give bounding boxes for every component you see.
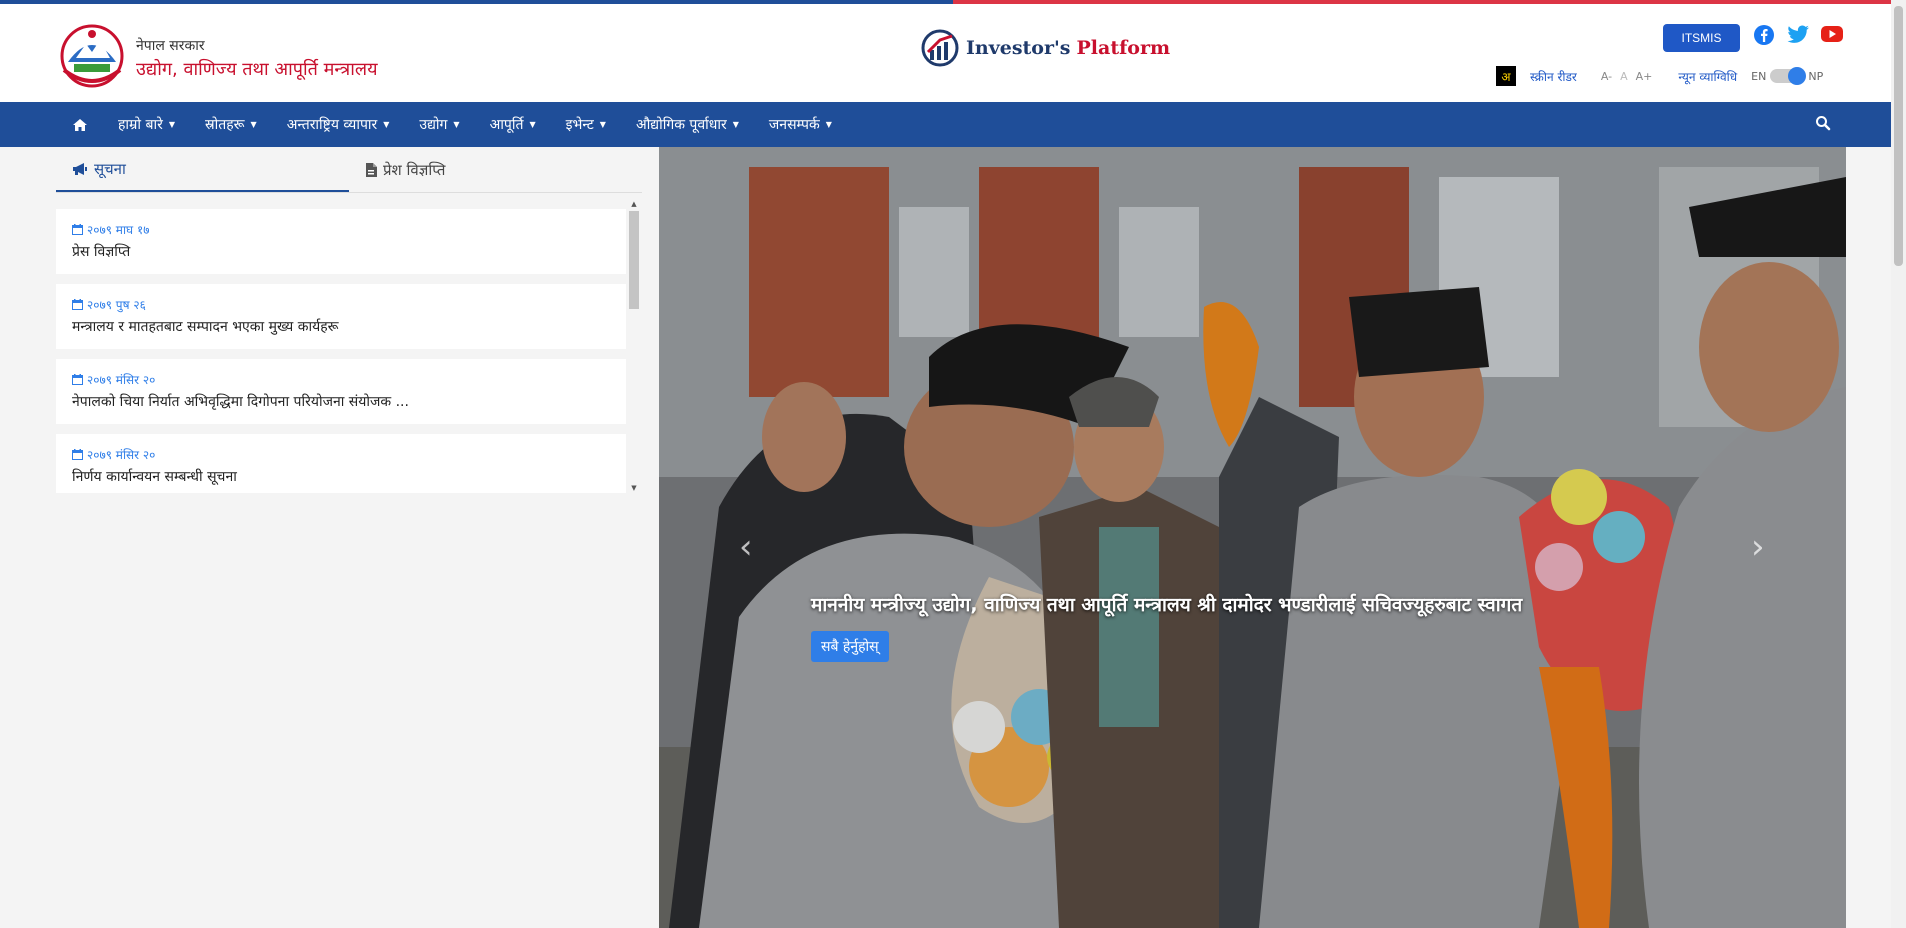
nav-label: हाम्रो बारे xyxy=(118,117,163,133)
chevron-left-icon[interactable]: ‹ xyxy=(739,527,753,567)
caret-down-icon: ▼ xyxy=(250,120,257,129)
government-emblem-logo[interactable] xyxy=(56,24,128,88)
caret-down-icon: ▼ xyxy=(383,120,390,129)
investors-text: Investor's xyxy=(966,37,1071,59)
notice-date: २०७९ पुष २६ xyxy=(72,296,610,313)
notice-date: २०७९ मंसिर २० xyxy=(72,446,610,463)
megaphone-icon xyxy=(73,162,87,175)
page-scrollbar-thumb[interactable] xyxy=(1894,6,1903,266)
chevron-right-icon[interactable]: › xyxy=(1751,527,1765,567)
notice-title[interactable]: मन्त्रालय र मातहतबाट सम्पादन भएका मुख्य … xyxy=(72,317,610,336)
slide-photo xyxy=(659,147,1846,928)
photo-slider: ‹ › माननीय मन्त्रीज्यू उद्योग, वाणिज्य त… xyxy=(659,147,1846,928)
caret-down-icon: ▼ xyxy=(453,120,460,129)
page-scrollbar[interactable] xyxy=(1891,0,1906,928)
scroll-down-icon[interactable]: ▼ xyxy=(628,483,640,493)
list-item[interactable]: २०७९ मंसिर २० निर्णय कार्यान्वयन सम्बन्ध… xyxy=(56,434,626,493)
low-vision-link[interactable]: न्यून व्याग्विधि xyxy=(1678,68,1737,85)
calendar-icon xyxy=(72,374,83,385)
slide-caption: माननीय मन्त्रीज्यू उद्योग, वाणिज्य तथा आ… xyxy=(811,594,1523,616)
font-increase-button[interactable]: A+ xyxy=(1636,70,1653,83)
platform-text: Platform xyxy=(1076,37,1171,59)
investors-platform-logo[interactable]: Investor's Platform xyxy=(920,28,1170,68)
site-header: नेपाल सरकार उद्योग, वाणिज्य तथा आपूर्ति … xyxy=(0,4,1906,102)
screen-reader-link[interactable]: स्क्रीन रीडर xyxy=(1530,68,1577,85)
nav-events[interactable]: इभेन्ट ▼ xyxy=(566,115,606,134)
caret-down-icon: ▼ xyxy=(168,120,176,129)
calendar-icon xyxy=(72,449,83,460)
notice-list: २०७९ माघ १७ प्रेस विज्ञप्ति २०७९ पुष २६ … xyxy=(56,209,626,493)
caret-down-icon: ▼ xyxy=(529,120,536,129)
nav-resources[interactable]: स्रोतहरू ▼ xyxy=(205,115,257,134)
gov-name: नेपाल सरकार xyxy=(136,38,205,54)
facebook-icon[interactable] xyxy=(1753,24,1775,46)
tab-press-label: प्रेश विज्ञप्ति xyxy=(383,160,446,179)
nav-public-relations[interactable]: जनसम्पर्क ▼ xyxy=(769,115,832,134)
notice-tabs: सूचना प्रेश विज्ञप्ति xyxy=(56,147,642,193)
notice-date: २०७९ मंसिर २० xyxy=(72,371,610,388)
ministry-title: नेपाल सरकार उद्योग, वाणिज्य तथा आपूर्ति … xyxy=(136,36,378,81)
nav-industrial-infrastructure[interactable]: औद्योगिक पूर्वाधार ▼ xyxy=(636,115,739,134)
nav-label: स्रोतहरू xyxy=(205,117,245,133)
notice-title[interactable]: नेपालको चिया निर्यात अभिवृद्धिमा दिगोपना… xyxy=(72,392,610,411)
notice-date-text: २०७९ मंसिर २० xyxy=(87,373,156,387)
notice-panel: सूचना प्रेश विज्ञप्ति २०७९ माघ १७ प्रेस … xyxy=(56,147,642,497)
toggle-knob xyxy=(1788,67,1807,85)
notice-date-text: २०७९ पुष २६ xyxy=(87,298,146,312)
nav-label: आपूर्ति xyxy=(489,117,524,133)
nav-industry[interactable]: उद्योग ▼ xyxy=(419,115,459,134)
caret-down-icon: ▼ xyxy=(599,120,606,129)
calendar-icon xyxy=(72,224,83,235)
list-item[interactable]: २०७९ माघ १७ प्रेस विज्ञप्ति xyxy=(56,209,626,274)
caret-down-icon: ▼ xyxy=(825,120,832,129)
nav-about-us[interactable]: हाम्रो बारे ▼ xyxy=(118,115,175,134)
notice-scrollbar[interactable]: ▲ ▼ xyxy=(628,199,640,493)
scroll-up-icon[interactable]: ▲ xyxy=(628,199,640,209)
accessibility-toolbar: अ स्क्रीन रीडर A- A A+ न्यून व्याग्विधि … xyxy=(1496,66,1848,86)
notice-date: २०७९ माघ १७ xyxy=(72,221,610,238)
nav-supply[interactable]: आपूर्ति ▼ xyxy=(490,115,536,134)
ministry-name: उद्योग, वाणिज्य तथा आपूर्ति मन्त्रालय xyxy=(136,59,378,80)
list-item[interactable]: २०७९ पुष २६ मन्त्रालय र मातहतबाट सम्पादन… xyxy=(56,284,626,349)
scrollbar-thumb[interactable] xyxy=(629,211,639,309)
itsmis-button[interactable]: ITSMIS xyxy=(1663,24,1740,52)
tab-notice-label: सूचना xyxy=(94,159,126,178)
notice-date-text: २०७९ माघ १७ xyxy=(87,223,150,237)
investors-platform-icon xyxy=(921,29,959,67)
notice-title[interactable]: निर्णय कार्यान्वयन सम्बन्धी सूचना xyxy=(72,467,610,486)
calendar-icon xyxy=(72,299,83,310)
nav-international-trade[interactable]: अन्तराष्ट्रिय व्यापार ▼ xyxy=(287,115,390,134)
lang-en-label[interactable]: EN xyxy=(1751,70,1766,83)
nav-label: इभेन्ट xyxy=(565,117,594,133)
lang-np-label[interactable]: NP xyxy=(1808,70,1823,83)
youtube-icon[interactable] xyxy=(1820,24,1844,44)
language-toggle[interactable] xyxy=(1770,67,1807,85)
nav-label: औद्योगिक पूर्वाधार xyxy=(635,117,727,133)
home-icon[interactable] xyxy=(72,118,88,132)
view-all-button[interactable]: सबै हेर्नुहोस् xyxy=(811,631,889,662)
devanagari-keyboard-icon[interactable]: अ xyxy=(1496,66,1516,86)
nav-label: उद्योग xyxy=(419,117,448,133)
nav-label: जनसम्पर्क xyxy=(768,117,820,133)
search-icon[interactable] xyxy=(1815,115,1831,135)
tab-notice[interactable]: सूचना xyxy=(56,147,349,192)
tab-press-release[interactable]: प्रेश विज्ञप्ति xyxy=(349,147,642,192)
nav-label: अन्तराष्ट्रिय व्यापार xyxy=(286,117,378,133)
caret-down-icon: ▼ xyxy=(732,120,739,129)
main-navigation: हाम्रो बारे ▼ स्रोतहरू ▼ अन्तराष्ट्रिय व्य… xyxy=(0,102,1906,147)
font-normal-button[interactable]: A xyxy=(1620,70,1628,83)
notice-title[interactable]: प्रेस विज्ञप्ति xyxy=(72,242,610,261)
pdf-file-icon xyxy=(366,162,377,177)
notice-date-text: २०७९ मंसिर २० xyxy=(87,448,156,462)
list-item[interactable]: २०७९ मंसिर २० नेपालको चिया निर्यात अभिवृ… xyxy=(56,359,626,424)
twitter-icon[interactable] xyxy=(1786,24,1810,46)
font-decrease-button[interactable]: A- xyxy=(1601,70,1612,83)
